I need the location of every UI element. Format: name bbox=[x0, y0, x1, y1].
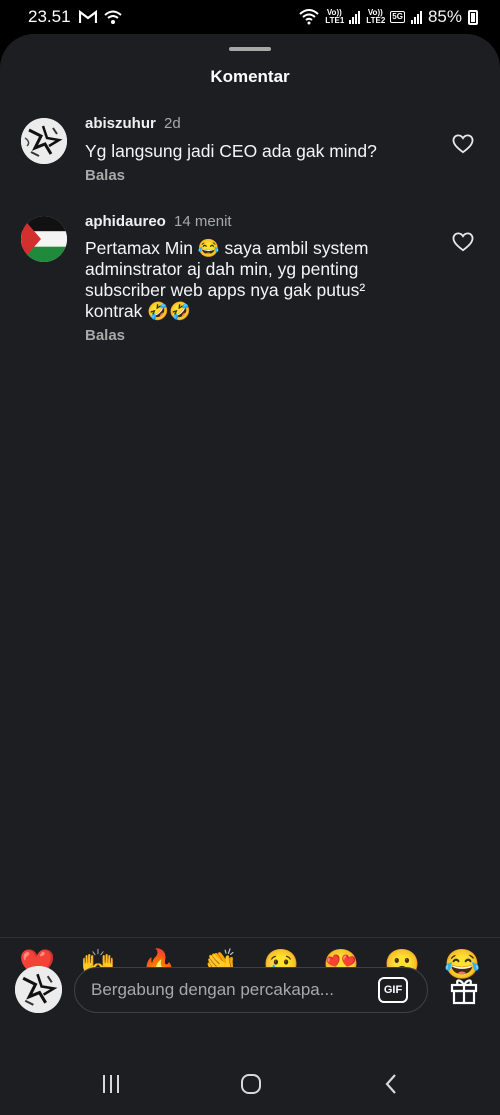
battery-icon bbox=[468, 9, 478, 25]
comment-username[interactable]: aphidaureo bbox=[85, 213, 166, 230]
sim1-label: Vo)) LTE1 bbox=[325, 8, 345, 25]
reply-button[interactable]: Balas bbox=[85, 167, 125, 184]
gif-button[interactable]: GIF bbox=[378, 977, 408, 1003]
heart-icon[interactable] bbox=[452, 232, 474, 252]
wifi-icon bbox=[299, 9, 319, 25]
reply-button[interactable]: Balas bbox=[85, 327, 125, 344]
drawing-avatar[interactable] bbox=[21, 118, 67, 164]
recent-apps-icon[interactable] bbox=[99, 1072, 123, 1096]
comment-text: Yg langsung jadi CEO ada gak mind? bbox=[85, 141, 377, 161]
comment-time: 14 menit bbox=[174, 213, 232, 230]
back-icon[interactable] bbox=[380, 1072, 404, 1096]
signal-icon bbox=[349, 10, 361, 24]
sheet-title: Komentar bbox=[210, 67, 290, 86]
status-bar: 23.51 Vo)) LTE1 Vo)) LTE2 5G 85% bbox=[0, 0, 500, 34]
system-nav-bar bbox=[0, 1052, 500, 1115]
network-badge: 5G bbox=[390, 11, 405, 23]
reactions-divider bbox=[0, 937, 500, 938]
gift-icon[interactable] bbox=[449, 975, 479, 1005]
home-icon[interactable] bbox=[239, 1072, 263, 1096]
palestine-flag-avatar[interactable] bbox=[21, 216, 67, 262]
heart-icon[interactable] bbox=[452, 134, 474, 154]
avatar bbox=[15, 966, 62, 1013]
comment-username[interactable]: abiszuhur bbox=[85, 115, 156, 132]
comment-time: 2d bbox=[164, 115, 181, 132]
comments-sheet: Komentar abiszuhur 2d Yg langsung jadi C… bbox=[0, 34, 500, 1052]
drag-handle[interactable] bbox=[229, 47, 271, 51]
sim2-label: Vo)) LTE2 bbox=[366, 8, 386, 25]
comment-text: Pertamax Min 😂 saya ambil system adminst… bbox=[85, 238, 369, 321]
battery-percent: 85% bbox=[427, 7, 462, 26]
signal-icon-2 bbox=[410, 10, 422, 24]
comment-input[interactable] bbox=[91, 968, 371, 1012]
gmail-icon bbox=[78, 10, 97, 23]
comment-input-box[interactable]: GIF bbox=[74, 967, 428, 1013]
status-time: 23.51 bbox=[28, 7, 71, 26]
wifi-calling-icon bbox=[103, 10, 122, 24]
